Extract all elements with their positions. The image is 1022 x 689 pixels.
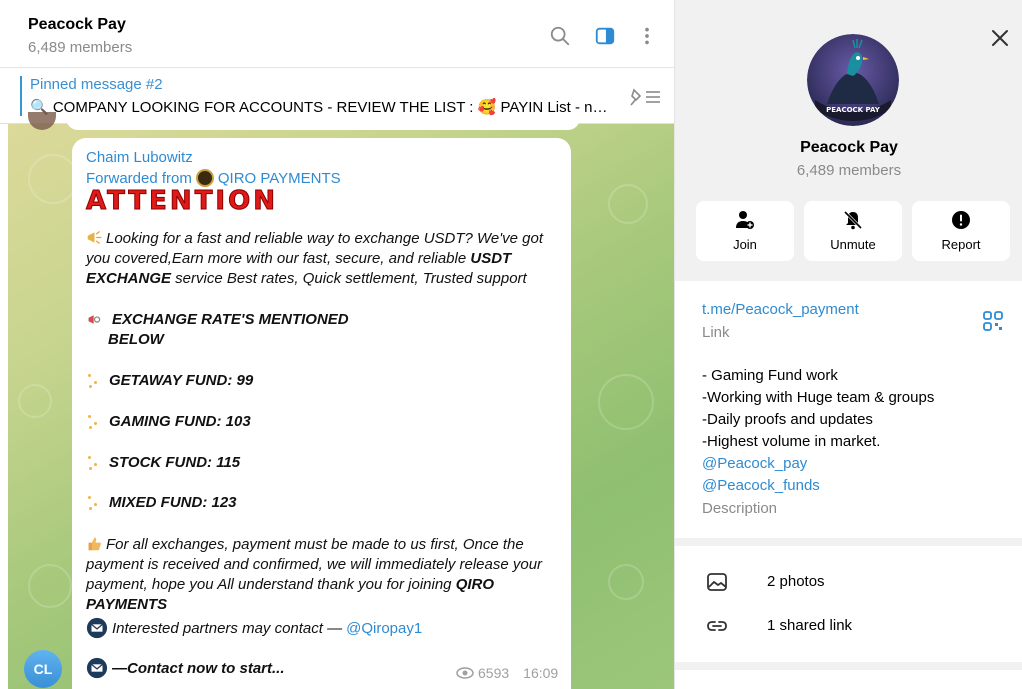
unmute-button[interactable]: Unmute: [804, 201, 902, 261]
report-label: Report: [941, 237, 981, 252]
fund-label: GETAWAY FUND: 99: [109, 372, 254, 389]
shared-photos-row[interactable]: 2 photos: [675, 560, 1022, 604]
megaphone-icon: [87, 231, 102, 244]
unmute-label: Unmute: [830, 237, 876, 252]
envelope-icon: [86, 617, 108, 639]
avatar-text: PEACOCK PAY: [826, 106, 881, 114]
background-doodle: [608, 184, 648, 224]
contact-handle-link[interactable]: @Qiropay1: [346, 620, 422, 637]
description-link-peacock-pay[interactable]: @Peacock_pay: [702, 453, 1002, 475]
message-meta: 6593 16:09: [456, 665, 558, 681]
forwarded-source[interactable]: QIRO PAYMENTS: [218, 170, 341, 187]
message-sender-name[interactable]: Chaim Lubowitz: [86, 149, 193, 166]
group-link[interactable]: t.me/Peacock_payment: [702, 301, 859, 318]
message-bubble[interactable]: Chaim Lubowitz Forwarded from QIRO PAYME…: [72, 138, 571, 689]
qiro-logo-icon: [195, 169, 214, 187]
fund-label: STOCK FUND: 115: [109, 454, 241, 471]
report-icon: [952, 211, 970, 229]
shared-links-row[interactable]: 1 shared link: [675, 604, 1022, 648]
description-caption: Description: [702, 500, 778, 517]
pinned-message-text: 🔍 COMPANY LOOKING FOR ACCOUNTS - REVIEW …: [30, 99, 615, 116]
views-count: 6593: [478, 665, 510, 681]
bell-off-icon: [843, 210, 863, 230]
sparkle-icon: [86, 454, 103, 471]
pinned-message-bar[interactable]: Pinned message #2 🔍 COMPANY LOOKING FOR …: [0, 68, 674, 124]
info-header: PEACOCK PAY Peacock Pay 6,489 members Jo…: [675, 0, 1022, 278]
attention-headline: ATTENTION: [86, 186, 278, 217]
fund-line-getaway: GETAWAY FUND: 99: [86, 372, 253, 389]
description-line: -Working with Huge team & groups: [702, 389, 935, 406]
search-icon[interactable]: [549, 25, 571, 47]
rates-heading: EXCHANGE RATE'S MENTIONED: [86, 311, 349, 328]
background-doodle: [28, 564, 72, 608]
intro-paragraph: Looking for a fast and reliable way to e…: [86, 229, 560, 289]
contact-now-text: —Contact now to start...: [112, 659, 285, 677]
description-line: - Gaming Fund work: [702, 367, 838, 384]
group-avatar[interactable]: PEACOCK PAY: [807, 34, 899, 126]
group-member-count: 6,489 members: [796, 162, 902, 179]
fund-line-stock: STOCK FUND: 115: [86, 454, 240, 471]
rates-heading-line2: BELOW: [108, 331, 164, 348]
forwarded-prefix: Forwarded from: [86, 169, 192, 187]
add-user-icon: [736, 211, 754, 229]
sparkle-icon: [86, 494, 103, 511]
pinned-accent-line: [20, 76, 22, 116]
description-line: -Daily proofs and updates: [702, 411, 873, 428]
payment-paragraph: For all exchanges, payment must be made …: [86, 535, 560, 615]
message-time: 16:09: [523, 665, 559, 681]
fund-line-mixed: MIXED FUND: 123: [86, 494, 237, 511]
shared-media-card: 2 photos 1 shared link: [675, 546, 1022, 662]
link-icon: [707, 621, 727, 631]
previous-message-bubble[interactable]: [66, 118, 580, 130]
sender-avatar[interactable]: CL: [24, 650, 62, 688]
group-info-panel: PEACOCK PAY Peacock Pay 6,489 members Jo…: [674, 0, 1022, 689]
intro-text-end: service Best rates, Quick settlement, Tr…: [171, 270, 527, 287]
info-details-card: t.me/Peacock_payment Link - Gaming Fund …: [675, 281, 1022, 538]
description-link-peacock-funds[interactable]: @Peacock_funds: [702, 475, 1002, 497]
qr-code-icon[interactable]: [982, 310, 1004, 332]
sparkle-icon: [86, 413, 103, 430]
close-icon[interactable]: [989, 27, 1011, 49]
thumbs-up-icon: [88, 537, 101, 551]
contact-text: Interested partners may contact —: [112, 619, 343, 637]
fund-label: GAMING FUND: 103: [109, 413, 251, 430]
fund-line-gaming: GAMING FUND: 103: [86, 413, 251, 430]
rates-heading-continued: BELOW: [108, 331, 164, 348]
link-caption: Link: [702, 324, 730, 341]
background-doodle: [18, 384, 52, 418]
shared-links-label: 1 shared link: [767, 617, 853, 634]
photo-icon: [707, 573, 727, 591]
envelope-icon: [86, 657, 108, 679]
group-name: Peacock Pay: [800, 139, 898, 156]
forwarded-from-line[interactable]: Forwarded from QIRO PAYMENTS: [86, 169, 341, 187]
chat-header[interactable]: Peacock Pay 6,489 members: [0, 0, 674, 68]
eye-icon: [456, 667, 474, 679]
contact-line: Interested partners may contact — @Qirop…: [86, 617, 422, 639]
background-doodle: [608, 564, 644, 600]
report-button[interactable]: Report: [912, 201, 1010, 261]
sparkle-icon: [86, 372, 103, 389]
group-description: - Gaming Fund work -Working with Huge te…: [702, 365, 1002, 497]
bottom-card: [675, 670, 1022, 689]
chat-title[interactable]: Peacock Pay: [28, 16, 126, 34]
description-line: -Highest volume in market.: [702, 433, 881, 450]
contact-now-line: —Contact now to start...: [86, 657, 285, 679]
loudspeaker-icon: [88, 315, 101, 324]
more-vertical-icon[interactable]: [636, 25, 658, 47]
shared-photos-label: 2 photos: [767, 573, 825, 590]
background-doodle: [598, 374, 654, 430]
chat-member-count: 6,489 members: [28, 39, 133, 56]
join-label: Join: [733, 237, 757, 252]
sidebar-toggle-icon[interactable]: [594, 25, 616, 47]
chat-column: Peacock Pay 6,489 members Pinned message…: [0, 0, 674, 689]
background-doodle: [28, 154, 78, 204]
pin-list-icon[interactable]: [628, 86, 662, 108]
rates-heading-line1: EXCHANGE RATE'S MENTIONED: [112, 311, 349, 328]
pinned-message-title: Pinned message #2: [30, 76, 163, 93]
fund-label: MIXED FUND: 123: [109, 494, 237, 511]
join-button[interactable]: Join: [696, 201, 794, 261]
